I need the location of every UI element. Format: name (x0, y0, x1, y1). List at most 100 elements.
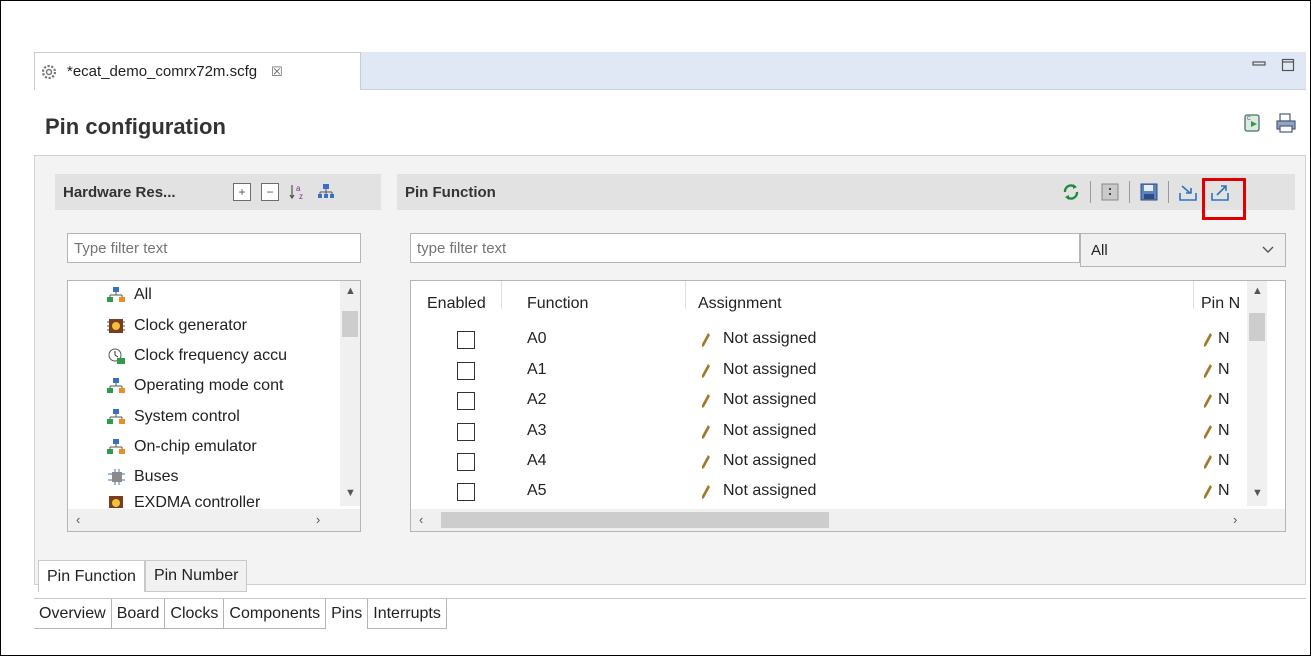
select-value: All (1091, 241, 1108, 259)
collapse-all-icon[interactable]: − (261, 183, 279, 201)
expand-all-icon[interactable]: + (233, 183, 251, 201)
maximize-icon[interactable] (1281, 58, 1295, 75)
tree-item-on-chip-emulator[interactable]: On-chip emulator (106, 435, 257, 459)
tree-item-all[interactable]: All (106, 283, 152, 307)
tab-overview[interactable]: Overview (34, 599, 112, 629)
minimize-icon[interactable] (1252, 58, 1266, 75)
svg-text:z: z (299, 192, 303, 201)
function-cell: A1 (527, 361, 547, 378)
tree-item-label: System control (134, 408, 240, 425)
table-row[interactable]: A4 Not assigned N (411, 450, 1251, 474)
refresh-icon[interactable] (1058, 179, 1084, 205)
scroll-left-icon[interactable]: ‹ (419, 512, 423, 527)
scrollbar-thumb[interactable] (1249, 313, 1265, 341)
tab-pins[interactable]: Pins (326, 599, 369, 629)
scroll-down-icon[interactable]: ▼ (1252, 487, 1263, 499)
tree-item-system-control[interactable]: System control (106, 405, 240, 429)
scroll-right-icon[interactable]: › (1233, 512, 1237, 527)
pin-number-cell[interactable]: N (1218, 361, 1230, 379)
scrollbar-thumb[interactable] (342, 311, 358, 337)
assignment-cell[interactable]: Not assigned (723, 361, 816, 379)
bus-icon (108, 469, 125, 485)
table-horizontal-scrollbar[interactable]: ‹ › (411, 509, 1285, 531)
tree-item-operating-mode[interactable]: Operating mode cont (106, 374, 283, 398)
assignment-cell[interactable]: Not assigned (723, 422, 816, 440)
pin-number-cell[interactable]: N (1218, 452, 1230, 470)
editor-tab[interactable]: *ecat_demo_comrx72m.scfg ☒ (34, 52, 361, 90)
tab-interrupts[interactable]: Interrupts (368, 599, 447, 629)
clock-chip-icon (107, 319, 125, 333)
save-icon[interactable] (1136, 179, 1162, 205)
pin-number-cell[interactable]: N (1218, 422, 1230, 440)
column-divider (685, 281, 686, 309)
table-row[interactable]: A0 Not assigned N (411, 328, 1251, 352)
tree-item-exdma[interactable]: EXDMA controller (106, 494, 260, 508)
pencil-icon (702, 394, 710, 408)
table-row[interactable]: A1 Not assigned N (411, 359, 1251, 383)
tab-strip-filler (447, 599, 1306, 628)
tab-components[interactable]: Components (224, 599, 327, 629)
enable-checkbox[interactable] (457, 392, 475, 410)
toolbar-separator (1168, 181, 1169, 203)
tab-pin-function[interactable]: Pin Function (38, 560, 145, 592)
tab-pin-number[interactable]: Pin Number (144, 560, 248, 592)
assignment-cell[interactable]: Not assigned (723, 330, 816, 348)
scroll-left-icon[interactable]: ‹ (76, 512, 80, 527)
tab-board[interactable]: Board (111, 599, 166, 629)
assignment-cell[interactable]: Not assigned (723, 452, 816, 470)
column-header-assignment[interactable]: Assignment (698, 295, 782, 313)
hierarchy-icon[interactable] (317, 183, 335, 201)
pin-number-cell[interactable]: N (1218, 482, 1230, 500)
scroll-right-icon[interactable]: › (316, 512, 320, 527)
toolbar-separator (1129, 181, 1130, 203)
hardware-resources-toolbar: + − a z (233, 183, 335, 201)
enable-checkbox[interactable] (457, 483, 475, 501)
tree-item-clock-frequency[interactable]: Clock frequency accu (106, 344, 287, 368)
pin-number-cell[interactable]: N (1218, 391, 1230, 409)
tab-clocks[interactable]: Clocks (165, 599, 225, 629)
network-icon (107, 439, 125, 454)
tree-item-clock-generator[interactable]: Clock generator (106, 314, 247, 338)
table-row[interactable]: A5 Not assigned N (411, 480, 1251, 504)
function-cell: A3 (527, 422, 547, 439)
tree-vertical-scrollbar[interactable]: ▲ ▼ (340, 281, 360, 506)
pencil-icon (1204, 333, 1212, 347)
scroll-up-icon[interactable]: ▲ (1252, 285, 1263, 297)
column-header-function[interactable]: Function (527, 295, 588, 313)
highlight-box (1202, 178, 1246, 220)
column-header-pin-number[interactable]: Pin N (1201, 295, 1240, 313)
tree-item-label: On-chip emulator (134, 438, 257, 455)
tree-item-label: Clock frequency accu (134, 347, 287, 364)
hardware-filter-input[interactable] (67, 233, 361, 263)
table-row[interactable]: A2 Not assigned N (411, 389, 1251, 413)
assignment-cell[interactable]: Not assigned (723, 391, 816, 409)
scroll-down-icon[interactable]: ▼ (345, 487, 356, 499)
enable-checkbox[interactable] (457, 423, 475, 441)
pin-number-cell[interactable]: N (1218, 330, 1230, 348)
chip-view-icon[interactable] (1097, 179, 1123, 205)
scroll-up-icon[interactable]: ▲ (345, 285, 356, 297)
assignment-cell[interactable]: Not assigned (723, 482, 816, 500)
pin-function-filter-select[interactable]: All (1080, 233, 1286, 267)
column-header-enabled[interactable]: Enabled (427, 295, 486, 313)
tree-item-buses[interactable]: Buses (106, 465, 178, 489)
tree-item-label: EXDMA controller (134, 494, 261, 508)
import-icon[interactable] (1175, 179, 1201, 205)
gear-icon (41, 64, 57, 79)
table-row[interactable]: A3 Not assigned N (411, 420, 1251, 444)
enable-checkbox[interactable] (457, 331, 475, 349)
network-icon (107, 409, 125, 424)
close-icon[interactable]: ☒ (271, 64, 283, 80)
toolbar-separator (1090, 181, 1091, 203)
print-icon[interactable] (1275, 112, 1297, 134)
table-vertical-scrollbar[interactable]: ▲ ▼ (1247, 281, 1267, 506)
hardware-resources-tree: All Clock generator Clock frequency accu… (67, 280, 361, 532)
sort-az-icon[interactable]: a z (289, 183, 307, 201)
tree-horizontal-scrollbar[interactable]: ‹ › (68, 509, 360, 531)
enable-checkbox[interactable] (457, 453, 475, 471)
enable-checkbox[interactable] (457, 362, 475, 380)
column-divider (1193, 281, 1194, 309)
scrollbar-thumb[interactable] (441, 512, 829, 528)
generate-code-icon[interactable]: C (1243, 112, 1265, 134)
pin-function-filter-input[interactable] (410, 233, 1080, 263)
